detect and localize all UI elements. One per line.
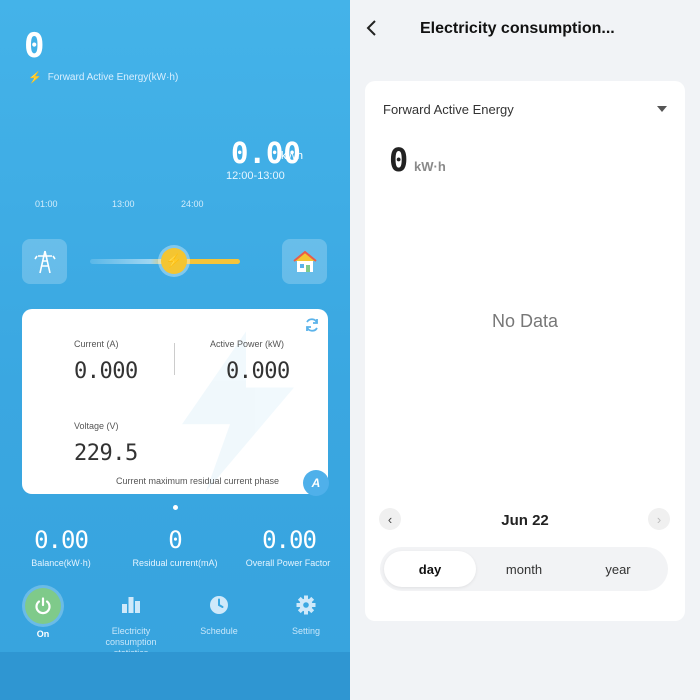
current-value: 0.000 [74,359,138,384]
forward-energy-caption: ⚡ Forward Active Energy(kW·h) [28,71,178,84]
consumption-screen: Electricity consumption... Forward Activ… [350,0,700,700]
period-energy-unit: kWh [281,150,303,162]
range-day-tab[interactable]: day [384,551,476,587]
active-power-value: 0.000 [226,359,290,384]
energy-total-value: 0 [389,141,409,179]
timeline-tick[interactable]: 24:00 [181,199,204,209]
residual-phase-text: Current maximum residual current phase [116,476,280,486]
balance-label: Balance(kW·h) [31,558,91,568]
timeline-tick[interactable]: 01:00 [35,199,58,209]
phase-badge[interactable]: A [303,470,329,496]
bolt-watermark-icon [182,331,294,492]
residual-current-label: Residual current(mA) [132,558,218,568]
caret-down-icon[interactable] [657,106,667,112]
energy-flow-bolt-icon: ⚡ [161,248,187,274]
refresh-icon[interactable] [304,317,320,333]
voltage-value: 229.5 [74,441,138,466]
period-time-range: 12:00-13:00 [226,170,285,182]
range-month-tab[interactable]: month [478,551,570,587]
home-icon [282,239,327,284]
bottom-bar [0,652,350,700]
forward-energy-label: Forward Active Energy(kW·h) [47,72,179,83]
power-source-icon [22,239,67,284]
nav-on-label: On [36,629,50,639]
consumption-panel: Forward Active Energy 0 kW·h No Data ‹ J… [365,81,685,621]
active-power-label: Active Power (kW) [210,339,285,349]
metric-dropdown[interactable]: Forward Active Energy [383,102,514,117]
power-icon[interactable] [25,588,61,624]
bar-chart-icon[interactable] [114,588,148,622]
nav-setting-label: Setting [291,626,321,636]
empty-state-text: No Data [491,311,559,331]
next-date-button[interactable]: › [648,508,670,530]
range-segmented-control: day month year [380,547,668,591]
page-title: Electricity consumption... [420,20,615,37]
balance-value: 0.00 [34,526,89,554]
readings-card: Current (A) 0.000 Active Power (kW) 0.00… [22,309,328,494]
energy-total-unit: kW·h [414,159,446,174]
power-factor-value: 0.00 [262,526,317,554]
timeline-tick[interactable]: 13:00 [112,199,135,209]
chevron-left-icon[interactable] [365,19,377,37]
nav-consumption-statistics[interactable]: Electricity consumption statistics [89,588,173,659]
date-label: Jun 22 [501,512,549,529]
nav-setting[interactable]: Setting [264,588,348,637]
back-button[interactable] [360,16,382,40]
range-year-tab[interactable]: year [572,551,664,587]
nav-on[interactable]: On [1,588,85,640]
voltage-label: Voltage (V) [74,421,119,431]
residual-current-value: 0 [168,526,182,554]
lightning-icon: ⚡ [28,72,42,84]
clock-icon[interactable] [202,588,236,622]
power-factor-label: Overall Power Factor [245,558,331,568]
current-label: Current (A) [74,339,119,349]
device-panel: 0 ⚡ Forward Active Energy(kW·h) 0.00 kWh… [0,0,350,700]
nav-schedule-label: Schedule [200,626,238,636]
nav-schedule[interactable]: Schedule [177,588,261,637]
gear-icon[interactable] [289,588,323,622]
forward-energy-total: 0 [24,26,45,66]
page-indicator [173,505,178,510]
readings-divider [174,343,175,375]
